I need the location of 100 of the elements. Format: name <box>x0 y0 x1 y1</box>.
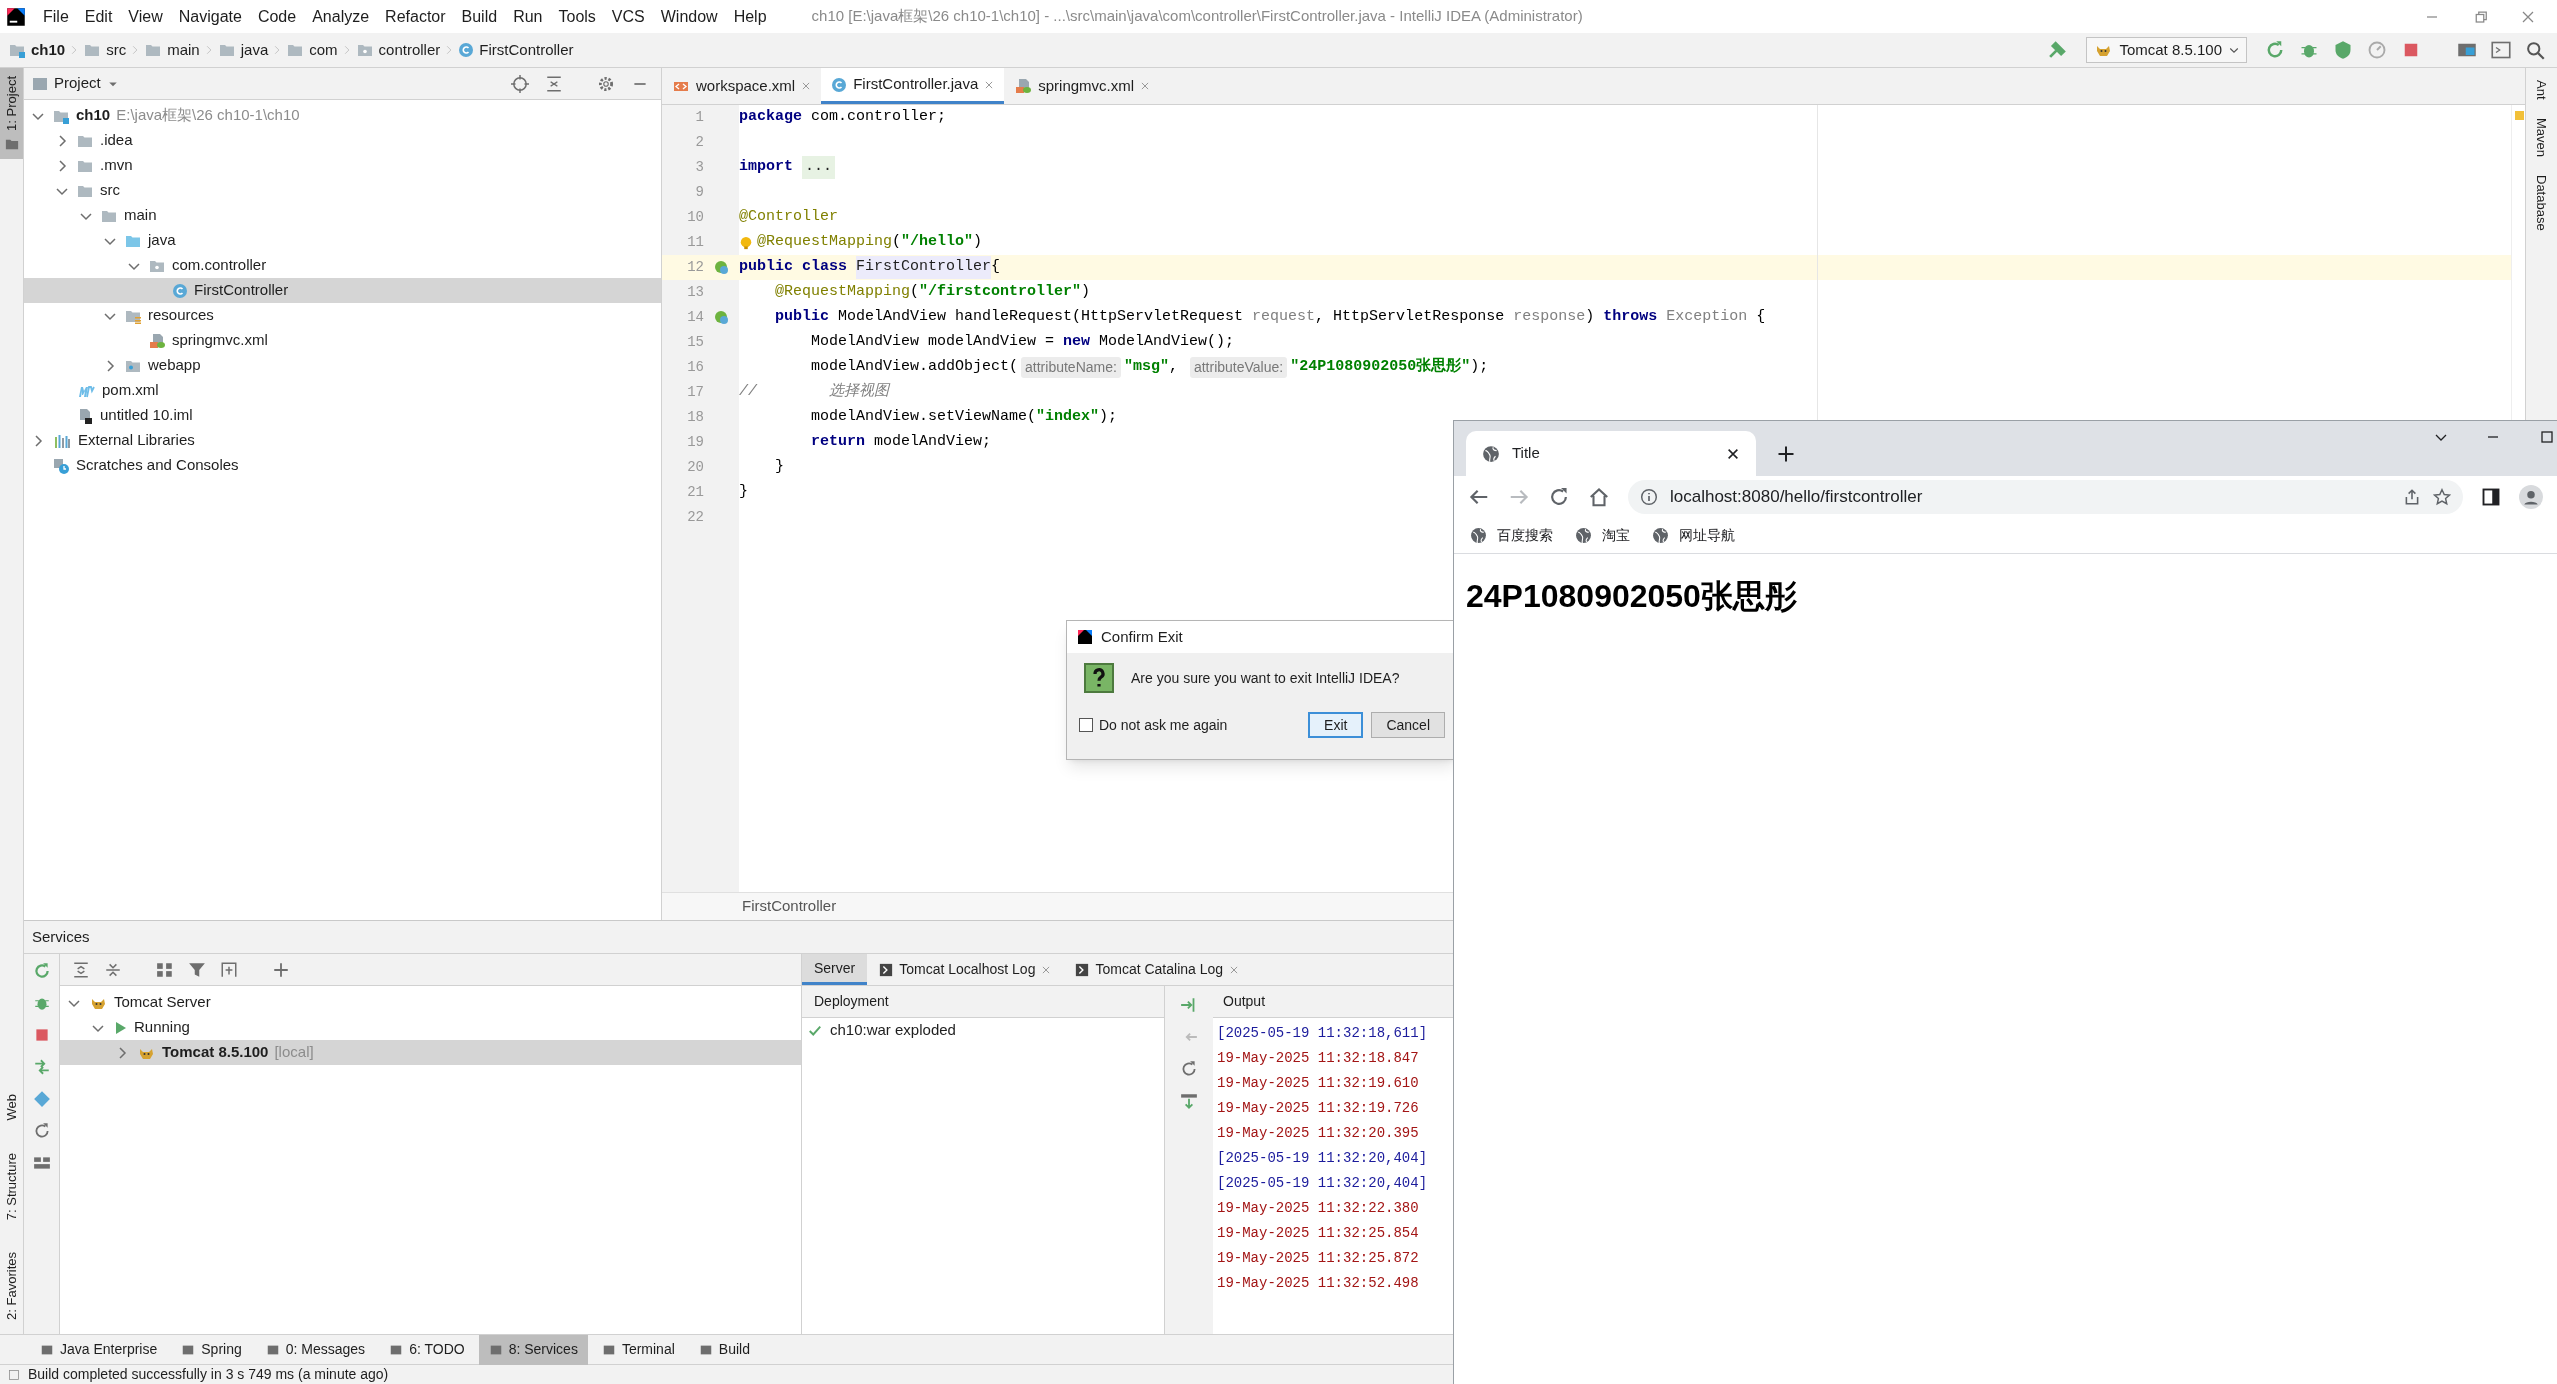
tool-window-tab[interactable]: Ant <box>2531 78 2552 102</box>
bookmark-link[interactable]: 百度搜索 <box>1470 525 1553 546</box>
search-icon[interactable] <box>2525 40 2545 60</box>
tool-window-tab[interactable]: Spring <box>171 1334 252 1365</box>
tool-window-tab[interactable]: 0: Messages <box>255 1334 376 1365</box>
menu-item[interactable]: Edit <box>77 2 120 31</box>
refresh-icon[interactable] <box>1180 1060 1198 1078</box>
tree-item[interactable]: Running <box>60 1015 801 1040</box>
close-tab-icon[interactable] <box>801 81 812 91</box>
share-icon[interactable] <box>2403 488 2421 506</box>
menu-item[interactable]: Code <box>250 2 304 31</box>
tree-item[interactable]: pom.xml <box>24 378 661 403</box>
menu-item[interactable]: VCS <box>604 2 652 31</box>
editor-tab[interactable]: springmvc.xml <box>1004 68 1161 104</box>
close-tab-icon[interactable] <box>1041 964 1052 975</box>
menu-item[interactable]: View <box>121 2 170 31</box>
breadcrumb-item[interactable]: FirstController <box>742 895 837 918</box>
close-tab-icon[interactable] <box>1140 81 1151 91</box>
class-icon <box>458 42 475 58</box>
dialog-button[interactable]: Exit <box>1308 712 1364 738</box>
menu-item[interactable]: Navigate <box>171 2 249 31</box>
deployment-item[interactable]: ch10:war exploded <box>802 1018 1164 1043</box>
close-icon[interactable] <box>1726 446 1740 461</box>
dialog-button[interactable]: Cancel <box>1371 712 1445 738</box>
tool-window-tab[interactable]: Database <box>2531 172 2552 233</box>
run-configuration-dropdown[interactable]: Tomcat 8.5.100 <box>2086 37 2247 63</box>
tool-window-tab[interactable]: Build <box>688 1334 760 1365</box>
diamond-icon[interactable] <box>32 1090 51 1108</box>
tree-item[interactable]: untitled 10.iml <box>24 403 661 428</box>
tool-window-tab[interactable]: Terminal <box>591 1334 685 1365</box>
menu-item[interactable]: Analyze <box>305 2 377 31</box>
collapse-all-icon[interactable] <box>545 74 563 93</box>
tool-window-tab[interactable]: Java Enterprise <box>30 1334 168 1365</box>
bookmark-link[interactable]: 淘宝 <box>1575 525 1630 546</box>
menu-item[interactable]: Tools <box>551 2 603 31</box>
tool-window-tab[interactable]: 8: Services <box>478 1334 588 1365</box>
home-icon[interactable] <box>1588 486 1610 508</box>
tool-window-tab[interactable]: 2: Favorites <box>0 1248 23 1324</box>
deploy-icon[interactable] <box>32 1058 51 1076</box>
tree-item[interactable]: Tomcat 8.5.100 [local] <box>60 1040 801 1065</box>
settings-icon[interactable] <box>597 74 615 93</box>
download-icon[interactable] <box>1180 1092 1198 1110</box>
locate-icon[interactable] <box>511 74 529 93</box>
close-tab-icon[interactable] <box>984 79 995 90</box>
rerun-icon[interactable] <box>32 962 51 980</box>
menu-item[interactable]: Help <box>726 2 774 31</box>
project-view-dropdown[interactable]: Project <box>54 72 119 95</box>
expand-all-icon[interactable] <box>72 960 90 979</box>
tool-window-tab[interactable]: Maven <box>2531 115 2552 159</box>
tree-item[interactable]: resources <box>24 303 661 328</box>
tree-item[interactable]: ch10 E:\java框架\26 ch10-1\ch10 <box>24 103 661 128</box>
services-tab[interactable]: Tomcat Localhost Log <box>867 954 1064 985</box>
menu-item[interactable]: Run <box>506 2 550 31</box>
breadcrumb-item[interactable]: com <box>309 38 338 62</box>
filter-icon[interactable] <box>188 960 206 979</box>
address-bar[interactable]: localhost:8080/hello/firstcontroller <box>1628 480 2463 514</box>
terminal-window-icon[interactable] <box>2491 40 2511 60</box>
services-tab[interactable]: Server <box>802 954 868 985</box>
breadcrumb-item[interactable]: FirstController <box>479 38 574 62</box>
menu-item[interactable]: File <box>36 2 76 31</box>
reload-icon[interactable] <box>1548 486 1570 508</box>
tool-window-tab[interactable]: Web <box>0 1090 23 1125</box>
browser-tab[interactable]: Title <box>1466 431 1756 476</box>
breadcrumb-item[interactable]: java <box>240 38 269 62</box>
tool-window-tab[interactable]: 7: Structure <box>0 1148 23 1225</box>
close-tab-icon[interactable] <box>1229 964 1240 975</box>
side-panel-icon[interactable] <box>2481 487 2501 507</box>
tree-item[interactable]: Tomcat Server <box>60 990 801 1015</box>
tree-item[interactable]: java <box>24 228 661 253</box>
add-icon[interactable] <box>272 960 290 979</box>
group-by-icon[interactable] <box>156 960 174 979</box>
bookmark-link[interactable]: 网址导航 <box>1652 525 1735 546</box>
tree-item[interactable]: com.controller <box>24 253 661 278</box>
menu-item[interactable]: Window <box>653 2 725 31</box>
tool-window-tab[interactable]: 6: TODO <box>379 1334 475 1365</box>
editor-tab[interactable]: workspace.xml <box>662 68 822 104</box>
menu-item[interactable]: Refactor <box>378 2 453 31</box>
tree-item[interactable]: .mvn <box>24 153 661 178</box>
tree-item[interactable]: webapp <box>24 353 661 378</box>
menu-item[interactable]: Build <box>454 2 505 31</box>
tree-item[interactable]: main <box>24 203 661 228</box>
tree-item[interactable]: External Libraries <box>24 428 661 453</box>
editor-tab[interactable]: FirstController.java <box>821 68 1005 104</box>
breadcrumb-item[interactable]: controller <box>378 38 441 62</box>
layout-icon[interactable] <box>32 1154 51 1172</box>
tool-window-tab[interactable]: 1: Project <box>0 68 23 159</box>
tree-item[interactable]: .idea <box>24 128 661 153</box>
tree-item[interactable]: springmvc.xml <box>24 328 661 353</box>
checkbox[interactable]: Do not ask me again <box>1079 714 1228 736</box>
services-tab[interactable]: Tomcat Catalina Log <box>1063 954 1252 985</box>
breadcrumb-item[interactable]: ch10 <box>31 38 66 62</box>
breadcrumb-item[interactable]: main <box>167 38 200 62</box>
breadcrumb-item[interactable]: src <box>106 38 127 62</box>
bookmark-star-icon[interactable] <box>2433 488 2451 506</box>
new-tab-icon[interactable] <box>1776 444 1796 464</box>
tree-item[interactable]: FirstController <box>24 278 661 303</box>
tree-item[interactable]: src <box>24 178 661 203</box>
warning-marker[interactable] <box>2515 111 2524 120</box>
tree-item[interactable]: Scratches and Consoles <box>24 453 661 478</box>
rerun-icon[interactable] <box>2265 40 2285 60</box>
